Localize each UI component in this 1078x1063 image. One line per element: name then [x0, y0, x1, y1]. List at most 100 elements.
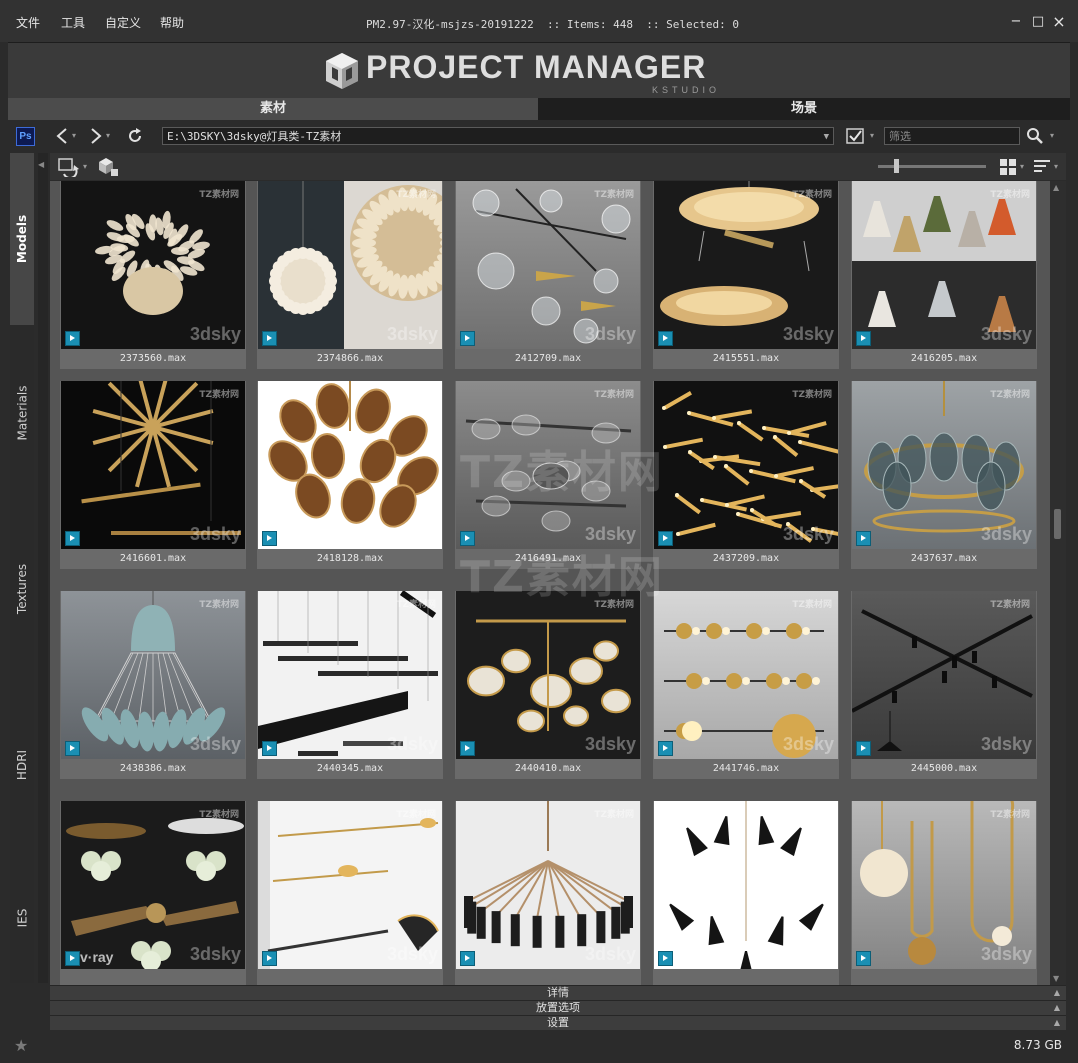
side-tab-textures[interactable]: Textures [10, 501, 34, 677]
photoshop-icon[interactable]: Ps [16, 127, 35, 146]
collapse-left-icon[interactable]: ◀ [38, 160, 44, 169]
checklist-icon[interactable] [846, 127, 866, 145]
sync-icon[interactable] [58, 157, 80, 177]
asset-thumbnail[interactable]: 3dsky TZ素材网 [654, 381, 838, 549]
view-dropdown-icon[interactable]: ▾ [1020, 162, 1024, 171]
asset-thumbnail[interactable]: 3dsky TZ素材网 [654, 181, 838, 349]
asset-thumbnail[interactable]: 3dsky TZ素材网 [61, 591, 245, 759]
search-dropdown-icon[interactable]: ▾ [1050, 131, 1054, 140]
watermark-site: TZ素材网 [396, 390, 436, 400]
scroll-thumb[interactable] [1054, 509, 1061, 539]
menu-help[interactable]: 帮助 [160, 14, 184, 31]
watermark-3dsky: 3dsky [980, 734, 1032, 754]
asset-card[interactable]: 3dsky TZ素材网 2416491.max [455, 381, 641, 569]
asset-card[interactable]: 3dsky TZ素材网 [455, 801, 641, 985]
watermark-3dsky: 3dsky [584, 324, 636, 344]
side-tab-materials[interactable]: Materials [10, 325, 34, 501]
vertical-scrollbar[interactable]: ▲ ▼ [1050, 181, 1066, 985]
box-merge-icon[interactable] [98, 156, 120, 178]
menu-file[interactable]: 文件 [16, 14, 40, 31]
back-arrow-icon[interactable] [54, 127, 70, 145]
tab-assets[interactable]: 素材 [8, 98, 538, 120]
asset-card[interactable]: 3dsky TZ素材网 2437637.max [851, 381, 1037, 569]
close-button[interactable]: × [1051, 14, 1067, 30]
panel-settings[interactable]: 设置 ▲ [50, 1015, 1066, 1030]
sync-dropdown-icon[interactable]: ▾ [83, 162, 87, 171]
path-combobox[interactable]: E:\3DSKY\3dsky@灯具类-TZ素材 ▼ [162, 127, 834, 145]
splitter[interactable] [38, 153, 48, 983]
panel-details[interactable]: 详情 ▲ [50, 985, 1066, 1000]
asset-filename: 2415551.max [712, 353, 780, 364]
asset-card[interactable]: 3dsky TZ素材网 2416205.max [851, 181, 1037, 369]
asset-card[interactable]: 3dsky TZ素材网 2418128.max [257, 381, 443, 569]
grid-view-icon[interactable] [1000, 159, 1016, 175]
asset-thumbnail[interactable]: 3dsky TZ素材网 [258, 801, 442, 969]
asset-card[interactable]: 3dsky TZ素材网 2440410.max [455, 591, 641, 779]
watermark-site: TZ素材网 [594, 600, 634, 610]
asset-thumbnail[interactable]: 3dsky TZ素材网 [654, 801, 838, 969]
asset-thumbnail[interactable]: 3dsky TZ素材网 [61, 801, 245, 969]
asset-thumbnail[interactable]: 3dsky TZ素材网 [456, 381, 640, 549]
side-tab-ies[interactable]: IES [10, 853, 34, 983]
star-icon[interactable]: ★ [14, 1036, 28, 1055]
menu-customize[interactable]: 自定义 [105, 14, 141, 31]
maximize-button[interactable]: □ [1030, 14, 1046, 30]
asset-card[interactable]: 3dsky TZ素材网 2437209.max [653, 381, 839, 569]
menu-tools[interactable]: 工具 [61, 14, 85, 31]
sort-dropdown-icon[interactable]: ▾ [1054, 162, 1058, 171]
watermark-site: TZ素材网 [594, 190, 634, 200]
asset-card[interactable]: 3dsky TZ素材网 2374866.max [257, 181, 443, 369]
asset-card[interactable]: 3dsky TZ素材网 2445000.max [851, 591, 1037, 779]
asset-thumbnail[interactable]: 3dsky TZ素材网 [852, 801, 1036, 969]
asset-card[interactable]: 3dsky TZ素材网 2373560.max [60, 181, 246, 369]
asset-card[interactable]: 3dsky TZ素材网 2412709.max [455, 181, 641, 369]
forward-dropdown-icon[interactable]: ▾ [106, 131, 110, 140]
asset-thumbnail[interactable]: 3dsky TZ素材网 [456, 591, 640, 759]
asset-thumbnail[interactable]: 3dsky TZ素材网 [456, 181, 640, 349]
panel-placement-options[interactable]: 放置选项 ▲ [50, 1000, 1066, 1015]
filter-input[interactable] [884, 127, 1020, 145]
watermark-site: TZ素材网 [990, 810, 1030, 820]
asset-card[interactable]: 3dsky TZ素材网 [653, 801, 839, 985]
watermark-site: TZ素材网 [396, 190, 436, 200]
slider-handle[interactable] [894, 159, 900, 173]
asset-card[interactable]: 3dsky TZ素材网 [851, 801, 1037, 985]
asset-card[interactable]: 3dsky TZ素材网 2441746.max [653, 591, 839, 779]
asset-card[interactable]: 3dsky TZ素材网 2440345.max [257, 591, 443, 779]
asset-card[interactable]: 3dsky TZ素材网 2415551.max [653, 181, 839, 369]
tab-scene[interactable]: 场景 [538, 98, 1070, 120]
asset-thumbnail[interactable]: 3dsky TZ素材网 [258, 181, 442, 349]
watermark-3dsky: 3dsky [782, 524, 834, 544]
asset-thumbnail[interactable]: 3dsky TZ素材网 [456, 801, 640, 969]
asset-thumbnail[interactable]: 3dsky TZ素材网 [61, 181, 245, 349]
minimize-button[interactable]: − [1008, 14, 1024, 30]
checklist-dropdown-icon[interactable]: ▾ [870, 131, 874, 140]
scroll-down-icon[interactable]: ▼ [1053, 974, 1059, 983]
asset-thumbnail[interactable]: 3dsky TZ素材网 [258, 591, 442, 759]
asset-thumbnail[interactable]: 3dsky TZ素材网 [654, 591, 838, 759]
side-tab-models[interactable]: Models [10, 153, 34, 325]
max-file-icon [658, 531, 673, 546]
scroll-up-icon[interactable]: ▲ [1053, 183, 1059, 192]
side-tab-ies-label: IES [15, 908, 29, 928]
asset-thumbnail[interactable]: 3dsky TZ素材网 [61, 381, 245, 549]
asset-thumbnail[interactable]: 3dsky TZ素材网 [852, 381, 1036, 549]
logo-banner: PROJECT MANAGER KSTUDIO [8, 42, 1070, 99]
side-tab-hdri[interactable]: HDRI [10, 677, 34, 853]
asset-thumbnail[interactable]: 3dsky TZ素材网 [852, 591, 1036, 759]
asset-card[interactable]: 3dsky TZ素材网 [257, 801, 443, 985]
asset-card[interactable]: 3dsky TZ素材网 2416601.max [60, 381, 246, 569]
watermark-3dsky: 3dsky [189, 324, 241, 344]
watermark-3dsky: 3dsky [980, 944, 1032, 964]
back-dropdown-icon[interactable]: ▾ [72, 131, 76, 140]
asset-thumbnail[interactable]: 3dsky TZ素材网 [258, 381, 442, 549]
refresh-icon[interactable] [126, 127, 144, 145]
side-tab-hdri-label: HDRI [15, 749, 30, 781]
asset-thumbnail[interactable]: 3dsky TZ素材网 [852, 181, 1036, 349]
search-icon[interactable] [1026, 127, 1044, 145]
chevron-down-icon[interactable]: ▼ [824, 128, 829, 146]
sort-icon[interactable] [1034, 159, 1052, 175]
forward-arrow-icon[interactable] [88, 127, 104, 145]
asset-card[interactable]: 3dsky TZ素材网 2438386.max [60, 591, 246, 779]
watermark-3dsky: 3dsky [189, 944, 241, 964]
